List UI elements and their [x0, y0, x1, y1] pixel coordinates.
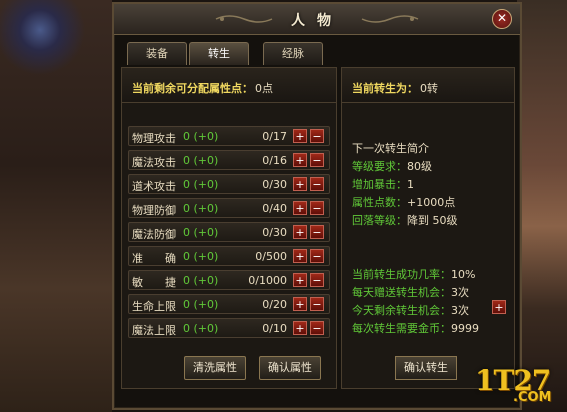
- attribute-value: 0 (+0): [183, 298, 219, 311]
- increase-button[interactable]: +: [293, 225, 307, 239]
- increase-button[interactable]: +: [293, 129, 307, 143]
- tab-equipment[interactable]: 装备: [127, 42, 187, 65]
- decrease-button[interactable]: −: [310, 273, 324, 287]
- stat-gold-cost: 每次转生需要金币：9999: [352, 322, 479, 335]
- attribute-name: 魔法防御: [132, 228, 176, 241]
- increase-button[interactable]: +: [293, 321, 307, 335]
- attribute-row-magic-attack: 魔法攻击 0 (+0) 0/16 + −: [128, 150, 330, 170]
- confirm-rebirth-button[interactable]: 确认转生: [395, 356, 457, 380]
- attribute-row-physical-attack: 物理攻击 0 (+0) 0/17 + −: [128, 126, 330, 146]
- decrease-button[interactable]: −: [310, 153, 324, 167]
- attribute-points-header: 当前剩余可分配属性点： 0点: [122, 68, 336, 103]
- attribute-row-physical-defense: 物理防御 0 (+0) 0/40 + −: [128, 198, 330, 218]
- stat-success-rate: 当前转生成功几率：10%: [352, 268, 476, 281]
- decrease-button[interactable]: −: [310, 201, 324, 215]
- attribute-limit: 0/20: [262, 298, 287, 311]
- window-titlebar: 人物 ✕: [114, 4, 520, 35]
- watermark-suffix: .COM: [513, 390, 552, 405]
- decrease-button[interactable]: −: [310, 249, 324, 263]
- reset-attributes-button[interactable]: 清洗属性: [184, 356, 246, 380]
- current-rebirth-value: 0转: [420, 82, 438, 95]
- decrease-button[interactable]: −: [310, 129, 324, 143]
- increase-button[interactable]: +: [293, 177, 307, 191]
- title-ornament-right-icon: [361, 15, 419, 23]
- attribute-name: 魔法攻击: [132, 156, 176, 169]
- increase-button[interactable]: +: [293, 273, 307, 287]
- add-chance-button[interactable]: +: [492, 300, 506, 314]
- attribute-value: 0 (+0): [183, 130, 219, 143]
- attribute-row-max-mp: 魔法上限 0 (+0) 0/10 + −: [128, 318, 330, 338]
- attribute-limit: 0/17: [262, 130, 287, 143]
- background-scene-right: [517, 0, 567, 412]
- next-rebirth-title: 下一次转生简介: [352, 142, 429, 155]
- background-scene-left: [0, 0, 112, 412]
- attribute-name: 物理防御: [132, 204, 176, 217]
- attribute-limit: 0/30: [262, 178, 287, 191]
- attribute-name: 准 确: [132, 252, 176, 265]
- attribute-value: 0 (+0): [183, 322, 219, 335]
- next-info-attribute-points: 属性点数：+1000点: [352, 196, 456, 209]
- attribute-limit: 0/1000: [248, 274, 287, 287]
- attribute-limit: 0/500: [255, 250, 287, 263]
- attribute-limit: 0/40: [262, 202, 287, 215]
- attribute-limit: 0/30: [262, 226, 287, 239]
- increase-button[interactable]: +: [293, 201, 307, 215]
- tab-rebirth[interactable]: 转生: [189, 42, 249, 65]
- attribute-value: 0 (+0): [183, 154, 219, 167]
- attribute-name: 敏 捷: [132, 276, 176, 289]
- increase-button[interactable]: +: [293, 153, 307, 167]
- character-window: 人物 ✕ 装备 转生 经脉 当前剩余可分配属性点： 0点 物理攻击 0 (+0) …: [112, 2, 522, 410]
- attribute-limit: 0/10: [262, 322, 287, 335]
- next-info-crit-bonus: 增加暴击：1: [352, 178, 414, 191]
- decrease-button[interactable]: −: [310, 297, 324, 311]
- attribute-value: 0 (+0): [183, 250, 219, 263]
- current-rebirth-header: 当前转生为： 0转: [342, 68, 514, 103]
- rebirth-panel: 当前转生为： 0转 下一次转生简介 等级要求：80级 增加暴击：1 属性点数：+1…: [341, 67, 515, 389]
- current-rebirth-label: 当前转生为：: [352, 82, 418, 95]
- attribute-value: 0 (+0): [183, 202, 219, 215]
- attribute-row-taoist-attack: 道术攻击 0 (+0) 0/30 + −: [128, 174, 330, 194]
- site-watermark-logo: 1T27 .COM: [475, 360, 565, 410]
- attribute-name: 物理攻击: [132, 132, 176, 145]
- attribute-value: 0 (+0): [183, 226, 219, 239]
- attribute-name: 魔法上限: [132, 324, 176, 337]
- attribute-row-accuracy: 准 确 0 (+0) 0/500 + −: [128, 246, 330, 266]
- increase-button[interactable]: +: [293, 249, 307, 263]
- next-info-level-requirement: 等级要求：80级: [352, 160, 432, 173]
- attribute-row-max-hp: 生命上限 0 (+0) 0/20 + −: [128, 294, 330, 314]
- next-info-level-drop: 回落等级：降到 50级: [352, 214, 458, 227]
- tab-meridians[interactable]: 经脉: [263, 42, 323, 65]
- decrease-button[interactable]: −: [310, 321, 324, 335]
- stat-daily-free-chances: 每天赠送转生机会：3次: [352, 286, 469, 299]
- decrease-button[interactable]: −: [310, 177, 324, 191]
- attribute-panel: 当前剩余可分配属性点： 0点 物理攻击 0 (+0) 0/17 + − 魔法攻击 …: [121, 67, 337, 389]
- remaining-points-value: 0点: [255, 82, 273, 95]
- confirm-attributes-button[interactable]: 确认属性: [259, 356, 321, 380]
- attribute-name: 生命上限: [132, 300, 176, 313]
- stat-remaining-chances: 今天剩余转生机会：3次: [352, 304, 469, 317]
- increase-button[interactable]: +: [293, 297, 307, 311]
- attribute-value: 0 (+0): [183, 178, 219, 191]
- attribute-row-magic-defense: 魔法防御 0 (+0) 0/30 + −: [128, 222, 330, 242]
- attribute-value: 0 (+0): [183, 274, 219, 287]
- decrease-button[interactable]: −: [310, 225, 324, 239]
- attribute-row-agility: 敏 捷 0 (+0) 0/1000 + −: [128, 270, 330, 290]
- window-title: 人物: [291, 13, 343, 29]
- close-button[interactable]: ✕: [492, 9, 512, 29]
- remaining-points-label: 当前剩余可分配属性点：: [132, 82, 253, 95]
- attribute-name: 道术攻击: [132, 180, 176, 193]
- attribute-limit: 0/16: [262, 154, 287, 167]
